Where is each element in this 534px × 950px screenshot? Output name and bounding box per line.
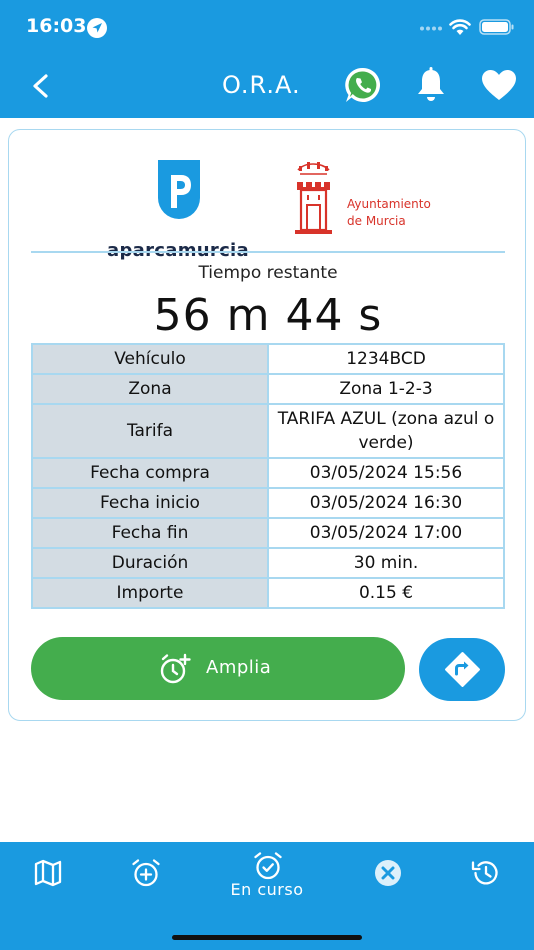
alarm-check-icon bbox=[254, 852, 282, 880]
detail-label-vehiculo: Vehículo bbox=[31, 343, 269, 375]
table-row: Fecha inicio 03/05/2024 16:30 bbox=[31, 487, 505, 519]
header-divider bbox=[31, 251, 505, 253]
home-indicator bbox=[172, 935, 362, 940]
table-row: Tarifa TARIFA AZUL (zona azul o verde) bbox=[31, 403, 505, 459]
page-title: O.R.A. bbox=[222, 71, 301, 99]
status-time: 16:03 bbox=[26, 15, 87, 37]
alarm-add-icon bbox=[132, 859, 160, 887]
cancel-icon bbox=[375, 860, 401, 886]
detail-label-fecha-inicio: Fecha inicio bbox=[31, 487, 269, 519]
detail-value-fecha-fin: 03/05/2024 17:00 bbox=[267, 517, 505, 549]
tab-map[interactable] bbox=[18, 842, 78, 912]
ayuntamiento-line-2: de Murcia bbox=[347, 214, 406, 228]
amplia-button-label: Amplia bbox=[206, 657, 272, 678]
ayuntamiento-text: Ayuntamiento de Murcia bbox=[347, 196, 431, 230]
location-arrow-icon bbox=[87, 18, 107, 38]
detail-label-fecha-compra: Fecha compra bbox=[31, 457, 269, 489]
back-chevron-icon[interactable] bbox=[26, 66, 60, 106]
detail-value-zona: Zona 1-2-3 bbox=[267, 373, 505, 405]
table-row: Vehículo 1234BCD bbox=[31, 343, 505, 375]
tab-history[interactable] bbox=[455, 842, 515, 912]
detail-value-fecha-compra: 03/05/2024 15:56 bbox=[267, 457, 505, 489]
parking-p-icon bbox=[158, 160, 200, 219]
detail-label-importe: Importe bbox=[31, 577, 269, 609]
remaining-time-value: 56 m 44 s bbox=[153, 290, 383, 341]
aparcamurcia-logo: aparcamurcia bbox=[103, 158, 253, 261]
detail-value-tarifa: TARIFA AZUL (zona azul o verde) bbox=[267, 403, 505, 459]
tab-en-curso-label: En curso bbox=[230, 880, 304, 899]
status-bar: 16:03 bbox=[0, 0, 534, 56]
remaining-time-label: Tiempo restante bbox=[198, 263, 338, 283]
ayuntamiento-line-1: Ayuntamiento bbox=[347, 197, 431, 211]
detail-value-importe: 0.15 € bbox=[267, 577, 505, 609]
wifi-icon bbox=[449, 19, 471, 35]
whatsapp-icon[interactable] bbox=[343, 65, 383, 105]
tab-en-curso[interactable]: En curso bbox=[222, 842, 312, 912]
top-bar: 16:03 O.R.A. bbox=[0, 0, 534, 118]
cellular-signal-icon bbox=[420, 26, 442, 31]
battery-icon bbox=[479, 19, 514, 35]
detail-label-tarifa: Tarifa bbox=[31, 403, 269, 459]
ticket-details-table: Vehículo 1234BCD Zona Zona 1-2-3 Tarifa … bbox=[31, 343, 505, 609]
detail-label-zona: Zona bbox=[31, 373, 269, 405]
heart-icon[interactable] bbox=[480, 68, 518, 102]
table-row: Zona Zona 1-2-3 bbox=[31, 373, 505, 405]
table-row: Fecha fin 03/05/2024 17:00 bbox=[31, 517, 505, 549]
bell-icon[interactable] bbox=[414, 66, 448, 104]
parking-ticket-card: aparcamurcia Ayuntamiento de Murcia Tiem… bbox=[8, 129, 526, 721]
detail-value-duracion: 30 min. bbox=[267, 547, 505, 579]
detail-label-fecha-fin: Fecha fin bbox=[31, 517, 269, 549]
directions-icon bbox=[445, 652, 480, 687]
tab-new-parking[interactable] bbox=[116, 842, 176, 912]
table-row: Duración 30 min. bbox=[31, 547, 505, 579]
navigation-bar: O.R.A. bbox=[0, 56, 534, 118]
detail-label-duracion: Duración bbox=[31, 547, 269, 579]
amplia-button[interactable]: Amplia bbox=[31, 637, 405, 700]
tab-bar: En curso bbox=[0, 842, 534, 950]
detail-value-vehiculo: 1234BCD bbox=[267, 343, 505, 375]
history-icon bbox=[471, 861, 498, 885]
table-row: Importe 0.15 € bbox=[31, 577, 505, 609]
alarm-add-icon bbox=[160, 653, 191, 684]
directions-button[interactable] bbox=[419, 638, 505, 701]
table-row: Fecha compra 03/05/2024 15:56 bbox=[31, 457, 505, 489]
detail-value-fecha-inicio: 03/05/2024 16:30 bbox=[267, 487, 505, 519]
map-icon bbox=[34, 859, 62, 887]
tab-cancel[interactable] bbox=[358, 842, 418, 912]
